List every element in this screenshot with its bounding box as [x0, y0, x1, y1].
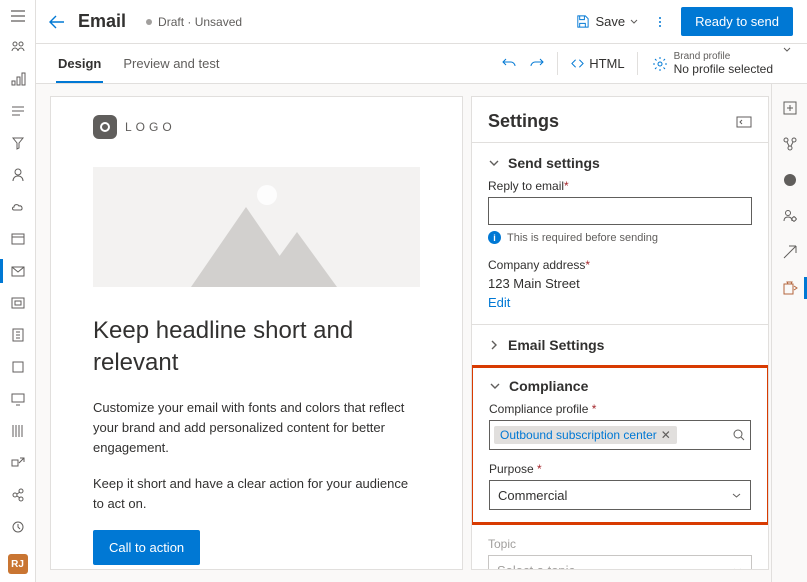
send-settings-header[interactable]: Send settings	[488, 155, 752, 171]
info-icon: i	[488, 231, 501, 244]
nav-item-11[interactable]	[9, 358, 27, 376]
edit-company-link[interactable]: Edit	[488, 295, 510, 310]
settings-title: Settings	[488, 111, 559, 132]
html-toggle[interactable]: HTML	[564, 44, 630, 83]
logo-block[interactable]: LOGO	[93, 115, 420, 139]
page-title: Email	[78, 11, 126, 32]
email-settings-heading: Email Settings	[508, 337, 604, 353]
brand-profile-value: No profile selected	[674, 62, 773, 76]
ready-to-send-button[interactable]: Ready to send	[681, 7, 793, 36]
nav-item-13[interactable]	[9, 422, 27, 440]
nav-item-6[interactable]	[9, 198, 27, 216]
settings-panel: Settings Send settings Reply to email* i…	[471, 96, 769, 570]
body-paragraph-1[interactable]: Customize your email with fonts and colo…	[93, 398, 420, 458]
compliance-profile-lookup[interactable]: Outbound subscription center ✕	[489, 420, 751, 450]
right-rail-theme-icon[interactable]	[782, 172, 798, 188]
right-rail-settings-icon[interactable]	[782, 280, 798, 296]
headline-text[interactable]: Keep headline short and relevant	[93, 315, 420, 380]
topic-label: Topic	[488, 537, 752, 551]
save-button[interactable]: Save	[573, 10, 628, 33]
right-rail-add-icon[interactable]	[782, 100, 798, 116]
draft-status-dot	[146, 19, 152, 25]
reply-to-info: This is required before sending	[507, 232, 658, 244]
expand-icon[interactable]	[736, 116, 752, 128]
purpose-select[interactable]: Commercial	[489, 480, 751, 510]
reply-to-input[interactable]	[488, 197, 752, 225]
nav-item-3[interactable]	[9, 102, 27, 120]
hamburger-icon[interactable]	[10, 8, 26, 24]
nav-item-10[interactable]	[9, 326, 27, 344]
body-paragraph-2[interactable]: Keep it short and have a clear action fo…	[93, 474, 420, 514]
save-label: Save	[596, 14, 626, 29]
search-icon[interactable]	[732, 428, 746, 442]
compliance-heading: Compliance	[509, 378, 588, 394]
nav-item-9[interactable]	[9, 294, 27, 312]
tab-preview[interactable]: Preview and test	[121, 44, 221, 83]
more-icon[interactable]	[653, 15, 667, 29]
compliance-profile-label: Compliance profile *	[489, 402, 751, 416]
topic-placeholder: Select a topic	[497, 563, 575, 571]
remove-chip-icon[interactable]: ✕	[661, 428, 671, 442]
send-settings-heading: Send settings	[508, 155, 600, 171]
company-address-value: 123 Main Street	[488, 276, 752, 291]
compliance-header[interactable]: Compliance	[489, 378, 751, 394]
save-chevron-icon[interactable]	[629, 17, 639, 27]
nav-item-12[interactable]	[9, 390, 27, 408]
image-placeholder[interactable]	[93, 167, 420, 287]
nav-item-2[interactable]	[9, 70, 27, 88]
draft-status-text: Draft · Unsaved	[158, 15, 242, 29]
separator	[557, 52, 558, 75]
purpose-label: Purpose *	[489, 462, 751, 476]
user-badge[interactable]: RJ	[8, 554, 28, 574]
purpose-value: Commercial	[498, 488, 567, 503]
left-nav-rail: RJ	[0, 0, 36, 582]
section-email-settings: Email Settings	[472, 324, 768, 365]
content-area: LOGO Keep headline short and relevant Cu…	[36, 84, 807, 582]
separator	[637, 52, 638, 75]
nav-item-4[interactable]	[9, 134, 27, 152]
logo-text: LOGO	[125, 120, 176, 134]
right-rail	[771, 84, 807, 582]
company-address-label: Company address*	[488, 258, 752, 272]
redo-icon[interactable]	[523, 44, 551, 83]
tab-bar: Design Preview and test HTML Brand profi…	[36, 44, 807, 84]
nav-item-5[interactable]	[9, 166, 27, 184]
section-compliance: Compliance Compliance profile * Outbound…	[471, 365, 769, 525]
brand-profile-selector[interactable]: Brand profile No profile selected	[644, 44, 773, 83]
tab-design[interactable]: Design	[56, 44, 103, 83]
cta-button[interactable]: Call to action	[93, 530, 200, 565]
nav-item-15[interactable]	[9, 486, 27, 504]
compliance-profile-value: Outbound subscription center	[500, 428, 657, 442]
nav-item-7[interactable]	[9, 230, 27, 248]
topic-select: Select a topic	[488, 555, 752, 570]
email-settings-header[interactable]: Email Settings	[488, 337, 752, 353]
right-rail-connect-icon[interactable]	[782, 136, 798, 152]
nav-item-16[interactable]	[9, 518, 27, 536]
brand-chevron-icon[interactable]	[781, 44, 793, 83]
logo-icon	[93, 115, 117, 139]
html-label: HTML	[589, 56, 624, 71]
section-send-settings: Send settings Reply to email* i This is …	[472, 142, 768, 324]
back-icon[interactable]	[48, 13, 66, 31]
compliance-profile-chip[interactable]: Outbound subscription center ✕	[494, 426, 677, 444]
email-canvas[interactable]: LOGO Keep headline short and relevant Cu…	[50, 96, 463, 570]
right-rail-send-icon[interactable]	[782, 244, 798, 260]
undo-icon[interactable]	[495, 44, 523, 83]
main-area: Email Draft · Unsaved Save Ready to send…	[36, 0, 807, 582]
section-topic: Topic Select a topic	[472, 525, 768, 570]
brand-profile-label: Brand profile	[674, 51, 773, 62]
nav-item-1[interactable]	[9, 38, 27, 56]
nav-item-email[interactable]	[9, 262, 27, 280]
reply-to-label: Reply to email*	[488, 179, 752, 193]
top-bar: Email Draft · Unsaved Save Ready to send	[36, 0, 807, 44]
nav-item-14[interactable]	[9, 454, 27, 472]
right-rail-personalize-icon[interactable]	[782, 208, 798, 224]
